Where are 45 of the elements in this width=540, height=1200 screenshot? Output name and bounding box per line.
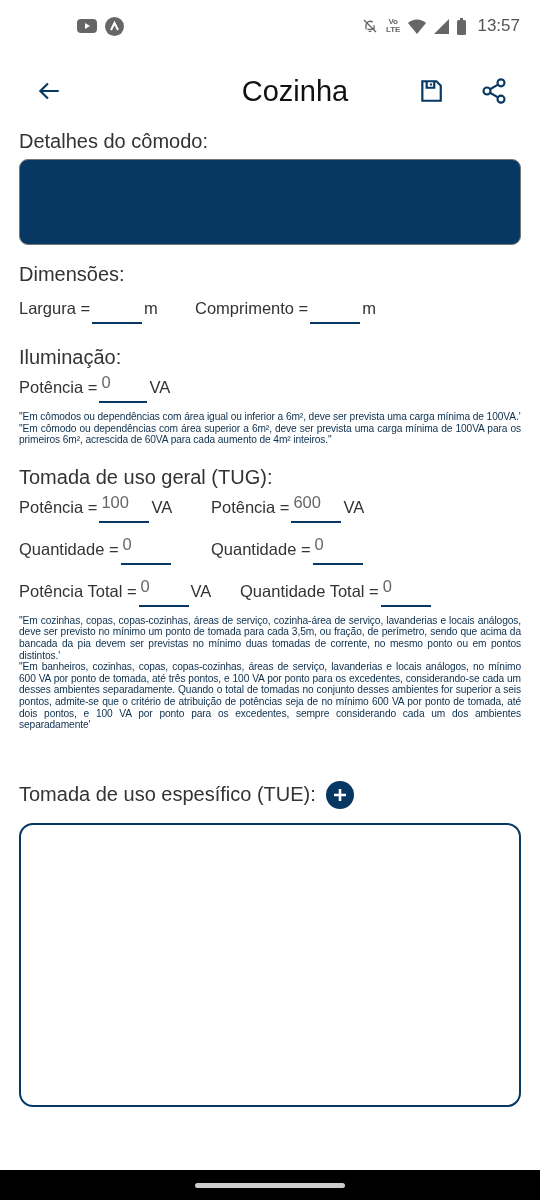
- field-label: Potência Total =: [19, 581, 137, 602]
- input-field[interactable]: 0: [120, 534, 171, 565]
- note-text: "Em cômodo ou dependências com área superior a 6m², deve ser prevista uma carga mínima de 100VA para os primeiros 6m², acrescida de 60VA para cada aumento de 4m² inteiros.": [19, 422, 521, 446]
- input-field[interactable]: 600: [291, 492, 342, 523]
- app-logo-icon: [105, 16, 124, 36]
- field-label: Potência =: [19, 378, 98, 398]
- details-field[interactable]: [19, 159, 521, 245]
- volte-indicator: Vo LTE: [385, 18, 401, 34]
- screen-title: Cozinha: [240, 74, 350, 108]
- input-field[interactable]: 0: [380, 576, 431, 607]
- field-label: Largura =: [19, 299, 91, 319]
- input-field[interactable]: 100: [99, 492, 150, 523]
- note-text: "Em cômodos ou dependências com área igual ou inferior a 6m², deve ser prevista uma carga mínima de 100VA.': [19, 411, 521, 423]
- unit-label: m: [362, 299, 376, 319]
- section-heading: Detalhes do cômodo:: [19, 130, 209, 153]
- wifi-icon: [408, 18, 427, 34]
- bell-off-icon: [361, 18, 378, 34]
- section-heading: Tomada de uso geral (TUG):: [19, 465, 274, 489]
- input-field[interactable]: 0: [99, 373, 148, 403]
- unit-label: VA: [151, 497, 173, 518]
- clock: 13:57: [477, 16, 520, 36]
- input-field[interactable]: 0: [312, 534, 363, 565]
- save-icon: [418, 78, 444, 104]
- video-app-icon: [77, 18, 97, 34]
- section-heading: Dimensões:: [19, 263, 126, 286]
- field-label: Quantidade =: [211, 539, 311, 560]
- note-text: "Em cozinhas, copas, copas-cozinhas, áreas de serviço, cozinha-área de serviço, lavanderias e locais análogos, deve ser previsto no mínimo um ponto de tomada para cada 3,5m, ou fração, de perímetro, sendo que acima da bancada da pia devem ser previstas no mínimo duas tomadas de corrente, no mesmo ponto ou em pontos distintos.': [19, 614, 521, 662]
- signal-icon: [434, 18, 450, 34]
- field-label: Potência =: [211, 497, 290, 518]
- field-label: Comprimento =: [195, 299, 309, 319]
- battery-icon: [457, 17, 467, 35]
- unit-label: VA: [343, 497, 365, 518]
- share-icon: [480, 77, 508, 105]
- plus-icon: [332, 787, 347, 802]
- section-heading: Tomada de uso espesífico (TUE):: [19, 783, 316, 807]
- field-label: Potência =: [19, 497, 98, 518]
- input-field[interactable]: 0: [138, 576, 189, 607]
- unit-label: VA: [190, 581, 212, 602]
- unit-label: m: [144, 299, 158, 319]
- section-heading: Iluminação:: [19, 346, 123, 369]
- field-label: Quantidade =: [19, 539, 119, 560]
- note-text: "Em banheiros, cozinhas, copas, copas-cozinhas, áreas de serviço, lavanderias e locais análogos, no mínimo 600 VA por ponto de tomada, até três pontos, e 100 VA por ponto para os excedentes, considerando-se cada um desses ambientes separadamente. Quando o total de tomadas no conjunto desses ambientes for superior a seis pontos, admite-se que o critério de atribuição de potências seja de no mínimo 600 VA por ponto de tomada, até dois pontos, e 100 VA por ponto para os excedentes, sempre considerando cada um dos ambientes separadamente': [19, 661, 521, 731]
- field-label: Quantidade Total =: [240, 581, 379, 602]
- unit-label: VA: [149, 378, 171, 398]
- add-button[interactable]: [325, 780, 354, 809]
